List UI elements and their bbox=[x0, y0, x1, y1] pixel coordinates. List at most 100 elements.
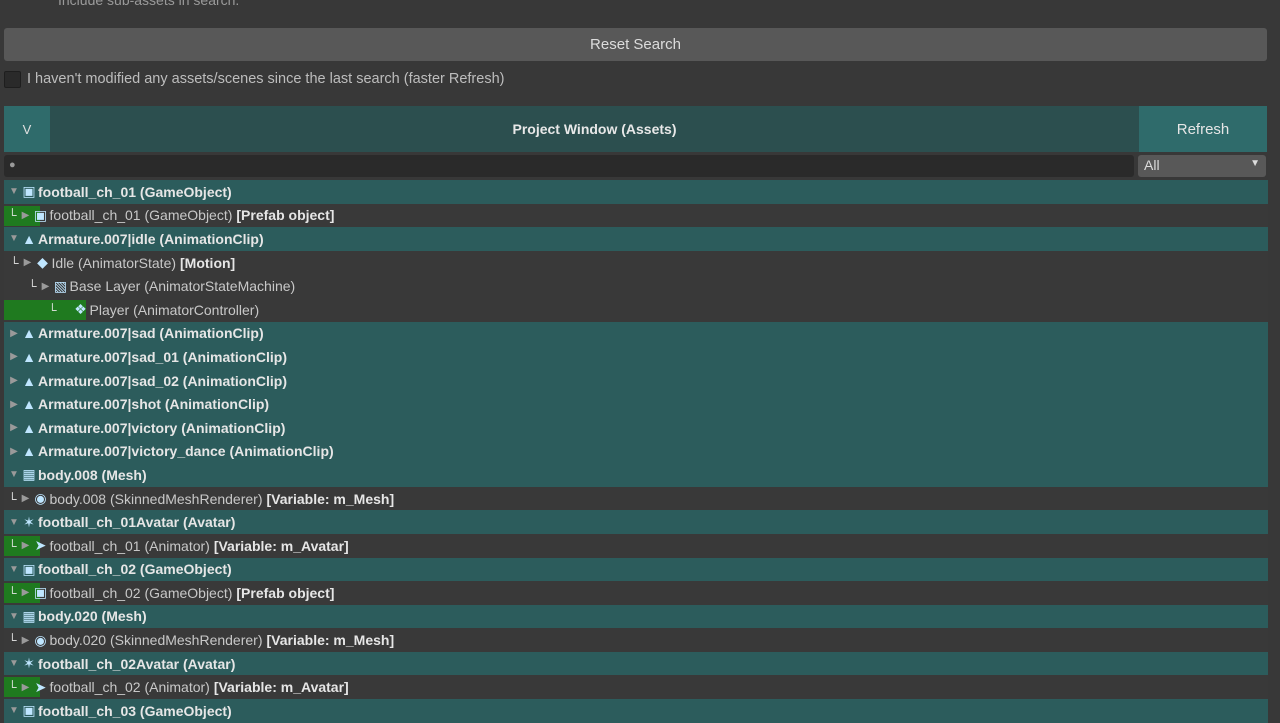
tree-group-row[interactable]: ▼ ▣ football_ch_01 (GameObject) bbox=[4, 180, 1268, 204]
tree-connector-icon: └ bbox=[28, 279, 37, 294]
tree-item-label: Armature.007|idle (AnimationClip) bbox=[38, 230, 264, 247]
expand-arrow-icon[interactable]: ▶ bbox=[8, 422, 20, 433]
tree-child-row[interactable]: └ ▶ ➤ football_ch_02 (Animator) [Variable: m… bbox=[4, 675, 1268, 700]
tree-child-row[interactable]: └ ▶ ◉ body.020 (SkinnedMeshRenderer) [Variab… bbox=[4, 628, 1268, 652]
tree-item-label: body.020 (Mesh) bbox=[38, 608, 147, 625]
expand-arrow-icon[interactable]: ▼ bbox=[8, 233, 20, 244]
expand-arrow-icon[interactable]: ▼ bbox=[8, 469, 20, 480]
animation-clip-icon: ▲ bbox=[22, 325, 36, 342]
expand-arrow-icon[interactable]: ▼ bbox=[8, 517, 20, 528]
faster-refresh-label: I haven't modified any assets/scenes sin… bbox=[27, 71, 505, 87]
expand-arrow-icon[interactable]: ▶ bbox=[40, 281, 52, 292]
refresh-button[interactable]: Refresh bbox=[1139, 106, 1267, 152]
tree-item-label: Armature.007|sad_01 (AnimationClip) bbox=[38, 348, 287, 365]
tree-item-label: football_ch_01 (Animator) bbox=[49, 537, 210, 554]
tree-item-label: Idle (AnimatorState) bbox=[51, 254, 177, 271]
animation-clip-icon: ▲ bbox=[22, 348, 36, 365]
expand-arrow-icon[interactable]: ▼ bbox=[8, 611, 20, 622]
tree-group-row[interactable]: ▶ ▲ Armature.007|shot (AnimationClip) bbox=[4, 392, 1268, 416]
expand-arrow-icon[interactable]: ▶ bbox=[20, 210, 32, 221]
cube-icon: ▣ bbox=[33, 584, 48, 601]
expand-arrow-icon[interactable]: ▶ bbox=[8, 375, 20, 386]
animation-clip-icon: ▲ bbox=[22, 396, 36, 413]
tree-connector-icon: └ bbox=[48, 302, 57, 317]
tree-item-label: Player (AnimatorController) bbox=[89, 301, 260, 318]
tree-child-row[interactable]: └ ❖ Player (AnimatorController) bbox=[4, 297, 1268, 322]
expand-arrow-icon[interactable]: ▶ bbox=[20, 540, 32, 551]
animator-icon: ➤ bbox=[34, 537, 47, 554]
cube-icon: ▣ bbox=[33, 206, 48, 223]
expand-arrow-icon[interactable]: ▼ bbox=[8, 186, 20, 197]
reference-tag: [Variable: m_Mesh] bbox=[266, 490, 395, 507]
tree-group-row[interactable]: ▼ ✶ football_ch_01Avatar (Avatar) bbox=[4, 510, 1268, 534]
expand-arrow-icon[interactable]: ▶ bbox=[8, 351, 20, 362]
expand-arrow-icon[interactable]: ▶ bbox=[22, 257, 34, 268]
tree-child-row[interactable]: └ ▶ ▣ football_ch_01 (GameObject) [Prefab ob… bbox=[4, 203, 1268, 228]
collapse-button[interactable]: V bbox=[4, 106, 50, 152]
tree-item-label: football_ch_02 (Animator) bbox=[49, 679, 210, 696]
tree-group-row[interactable]: ▶ ▲ Armature.007|sad_02 (AnimationClip) bbox=[4, 368, 1268, 393]
tree-item-label: body.008 (SkinnedMeshRenderer) bbox=[49, 490, 263, 507]
expand-arrow-icon[interactable]: ▼ bbox=[8, 658, 20, 669]
expand-arrow-icon[interactable]: ▶ bbox=[20, 493, 32, 504]
cube-icon: ▣ bbox=[22, 183, 36, 200]
filter-value: All bbox=[1144, 157, 1160, 173]
animation-clip-icon: ▲ bbox=[22, 419, 36, 436]
expand-arrow-icon[interactable]: ▼ bbox=[8, 705, 20, 716]
tree-item-label: football_ch_01 (GameObject) bbox=[38, 183, 232, 200]
cube-icon: ▣ bbox=[22, 560, 36, 577]
tree-child-row[interactable]: └ ▶ ▣ football_ch_02 (GameObject) [Prefab ob… bbox=[4, 581, 1268, 605]
tree-group-row[interactable]: ▼ ▲ Armature.007|idle (AnimationClip) bbox=[4, 227, 1268, 251]
skinned-mesh-icon: ◉ bbox=[34, 631, 47, 648]
tree-group-row[interactable]: ▼ ▣ football_ch_03 (GameObject) bbox=[4, 699, 1268, 723]
expand-arrow-icon[interactable]: ▶ bbox=[20, 635, 32, 646]
tree-group-row[interactable]: ▶ ▲ Armature.007|sad_01 (AnimationClip) bbox=[4, 345, 1268, 369]
expand-arrow-icon[interactable]: ▶ bbox=[8, 328, 20, 339]
tree-item-label: football_ch_03 (GameObject) bbox=[38, 702, 232, 719]
tree-connector-icon: └ bbox=[8, 208, 17, 223]
tree-child-row[interactable]: └ ▶ ◉ body.008 (SkinnedMeshRenderer) [Variab… bbox=[4, 486, 1268, 511]
tree-child-row[interactable]: └ ▶ ▧ Base Layer (AnimatorStateMachine) bbox=[4, 274, 1268, 298]
animator-state-icon: ◆ bbox=[37, 254, 48, 271]
tree-group-row[interactable]: ▼ ✶ football_ch_02Avatar (Avatar) bbox=[4, 651, 1268, 676]
filter-dropdown[interactable]: All ▼ bbox=[1138, 155, 1266, 177]
search-results-tree: ▼ ▣ football_ch_01 (GameObject) └ ▶ ▣ football… bbox=[0, 180, 1268, 723]
tree-group-row[interactable]: ▶ ▲ Armature.007|victory_dance (AnimationC… bbox=[4, 439, 1268, 464]
tree-child-row[interactable]: └ ▶ ➤ football_ch_01 (Animator) [Variable: m… bbox=[4, 533, 1268, 558]
top-partial-row: Include sub-assets in search. bbox=[0, 0, 1280, 24]
tree-group-row[interactable]: ▶ ▲ Armature.007|sad (AnimationClip) bbox=[4, 321, 1268, 346]
reset-search-button[interactable]: Reset Search bbox=[4, 28, 1267, 61]
animation-clip-icon: ▲ bbox=[22, 372, 36, 389]
tree-child-row[interactable]: └ ▶ ◆ Idle (AnimatorState) [Motion] bbox=[4, 250, 1268, 275]
include-sub-assets-label: Include sub-assets in search. bbox=[58, 0, 240, 8]
animation-clip-icon: ▲ bbox=[22, 230, 36, 247]
tree-connector-icon: └ bbox=[8, 680, 17, 695]
reference-tag: [Motion] bbox=[180, 254, 236, 271]
tree-connector-icon: └ bbox=[8, 491, 17, 506]
tree-group-row[interactable]: ▼ ▣ football_ch_02 (GameObject) bbox=[4, 557, 1268, 582]
mesh-icon: ▦ bbox=[22, 466, 36, 483]
faster-refresh-checkbox[interactable] bbox=[4, 70, 21, 88]
tree-item-label: football_ch_01Avatar (Avatar) bbox=[38, 514, 236, 531]
expand-arrow-icon[interactable]: ▶ bbox=[20, 587, 32, 598]
tree-connector-icon: └ bbox=[10, 255, 19, 270]
state-machine-icon: ▧ bbox=[53, 277, 68, 294]
expand-arrow-icon[interactable]: ▼ bbox=[8, 564, 20, 575]
project-window-toolbar: V Project Window (Assets) Refresh bbox=[4, 106, 1267, 152]
tree-item-label: football_ch_02 (GameObject) bbox=[49, 584, 233, 601]
expand-arrow-icon[interactable]: ▶ bbox=[8, 399, 20, 410]
faster-refresh-row[interactable]: I haven't modified any assets/scenes sin… bbox=[4, 68, 504, 90]
tree-group-row[interactable]: ▶ ▲ Armature.007|victory (AnimationClip) bbox=[4, 415, 1268, 440]
search-input[interactable]: ● bbox=[4, 155, 1134, 177]
animator-icon: ➤ bbox=[34, 678, 47, 695]
tree-group-row[interactable]: ▼ ▦ body.008 (Mesh) bbox=[4, 463, 1268, 487]
tree-item-label: Armature.007|sad_02 (AnimationClip) bbox=[38, 372, 287, 389]
chevron-down-icon: ▼ bbox=[1250, 158, 1260, 169]
expand-arrow-icon[interactable]: ▶ bbox=[20, 682, 32, 693]
toolbar-title: Project Window (Assets) bbox=[512, 121, 677, 137]
tree-item-label: body.020 (SkinnedMeshRenderer) bbox=[49, 632, 263, 649]
expand-arrow-icon[interactable]: ▶ bbox=[8, 446, 20, 457]
tree-connector-icon: └ bbox=[8, 585, 17, 600]
animation-clip-icon: ▲ bbox=[22, 443, 36, 460]
tree-group-row[interactable]: ▼ ▦ body.020 (Mesh) bbox=[4, 604, 1268, 629]
